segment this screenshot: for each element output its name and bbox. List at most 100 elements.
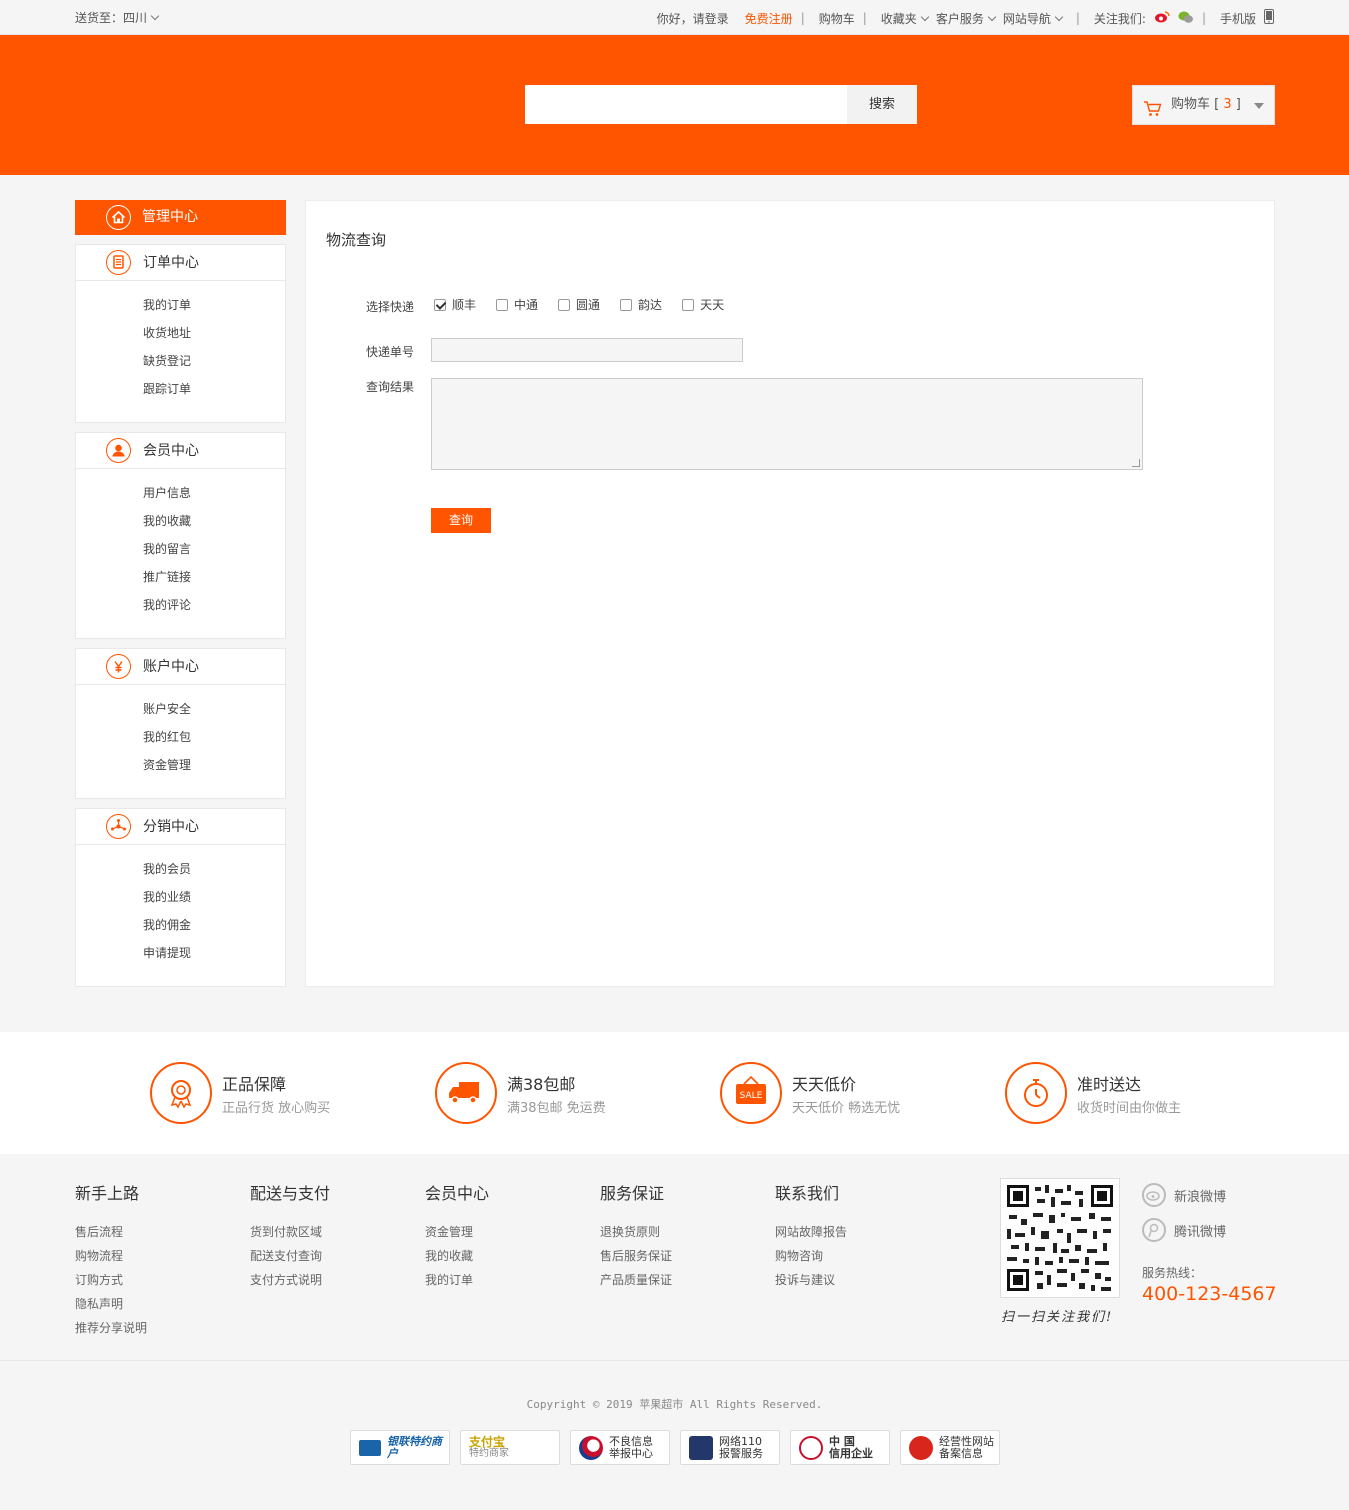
register-link[interactable]: 免费注册 — [745, 10, 793, 27]
service-desc: 正品行货 放心购买 — [222, 1101, 331, 1116]
courier-name: 圆通 — [576, 298, 601, 312]
footer-link[interactable]: 投诉与建议 — [775, 1268, 847, 1292]
sidebar-item-messages[interactable]: 我的留言 — [76, 535, 285, 563]
checkbox[interactable] — [434, 298, 446, 311]
truck-icon — [435, 1062, 497, 1124]
site-nav-label: 网站导航 — [1002, 11, 1051, 26]
service-menu[interactable]: 客户服务 — [936, 10, 997, 27]
resize-handle[interactable] — [1132, 459, 1140, 467]
hotline-label: 服务热线： — [1142, 1266, 1203, 1280]
sidebar-group-distribution: 分销中心 我的会员 我的业绩 我的佣金 申请提现 — [75, 808, 286, 987]
sidebar-item-user-info[interactable]: 用户信息 — [76, 479, 285, 507]
cart-link[interactable]: 购物车 — [819, 10, 855, 27]
footer-link[interactable]: 推荐分享说明 — [75, 1316, 147, 1340]
favorites-menu[interactable]: 收藏夹 — [880, 10, 930, 27]
search-input[interactable] — [525, 85, 847, 124]
badge-text: 特约商家 — [469, 1447, 509, 1459]
report-center-badge[interactable]: 不良信息 举报中心 — [570, 1430, 670, 1465]
icp-record-badge[interactable]: 经营性网站 备案信息 — [900, 1430, 1000, 1465]
footer-link[interactable]: 订购方式 — [75, 1268, 147, 1292]
footer-column: 联系我们 网站故障报告 购物咨询 投诉与建议 — [775, 1180, 847, 1292]
sidebar-item-reviews[interactable]: 我的评论 — [76, 591, 285, 619]
courier-option-yd[interactable]: 韵达 — [620, 296, 662, 313]
service-desc: 收货时间由你做主 — [1077, 1101, 1182, 1116]
footer-link[interactable]: 货到付款区域 — [250, 1220, 330, 1244]
footer-link[interactable]: 网站故障报告 — [775, 1220, 847, 1244]
footer-link[interactable]: 产品质量保证 — [600, 1268, 672, 1292]
sidebar-item-commission[interactable]: 我的佣金 — [76, 911, 285, 939]
badge-text: 备案信息 — [939, 1446, 983, 1460]
tracking-number-input[interactable] — [431, 338, 743, 362]
checkbox[interactable] — [496, 298, 509, 311]
ship-to-selector[interactable]: 送货至：四川 — [75, 9, 160, 26]
unionpay-badge[interactable]: 银联特约商户 — [350, 1430, 450, 1465]
sidebar-item-my-members[interactable]: 我的会员 — [76, 855, 285, 883]
sidebar-item-track-order[interactable]: 跟踪订单 — [76, 375, 285, 403]
service-title: 正品保障 — [222, 1075, 287, 1094]
footer-link[interactable]: 我的收藏 — [425, 1244, 489, 1268]
sidebar-item-promo-link[interactable]: 推广链接 — [76, 563, 285, 591]
chevron-down-icon — [987, 12, 997, 21]
police-emblem-icon — [909, 1435, 933, 1460]
police-110-badge[interactable]: 网络110 报警服务 — [680, 1430, 780, 1465]
footer-link[interactable]: 购物流程 — [75, 1244, 147, 1268]
tencent-weibo-link[interactable]: 腾讯微博 — [1142, 1218, 1226, 1242]
checkbox[interactable] — [682, 298, 695, 311]
sidebar-group-title: 账户中心 — [143, 659, 199, 675]
header-cart[interactable]: 购物车 [ 3 ] — [1132, 85, 1275, 125]
result-label: 查询结果 — [366, 380, 415, 394]
footer-link[interactable]: 资金管理 — [425, 1220, 489, 1244]
sina-weibo-link[interactable]: 新浪微博 — [1142, 1183, 1226, 1207]
copyright: Copyright © 2019 苹果超市 All Rights Reserve… — [526, 1398, 823, 1411]
query-button[interactable]: 查询 — [431, 508, 491, 533]
sidebar-head[interactable]: 管理中心 — [75, 200, 286, 235]
chevron-down-icon — [1054, 12, 1064, 21]
badge-text: 中 国 — [829, 1434, 855, 1448]
courier-name: 中通 — [514, 298, 539, 312]
svg-text:SALE: SALE — [740, 1091, 763, 1101]
footer-column: 服务保证 退换货原则 售后服务保证 产品质量保证 — [600, 1180, 672, 1292]
sidebar-item-security[interactable]: 账户安全 — [76, 695, 285, 723]
footer-link[interactable]: 隐私声明 — [75, 1292, 147, 1316]
mobile-link[interactable]: 手机版 — [1220, 10, 1256, 27]
footer-link[interactable]: 配送支付查询 — [250, 1244, 330, 1268]
courier-option-zt[interactable]: 中通 — [496, 296, 538, 313]
sidebar-item-withdraw[interactable]: 申请提现 — [76, 939, 285, 967]
user-icon — [106, 438, 131, 463]
sidebar-item-funds[interactable]: 资金管理 — [76, 751, 285, 779]
footer-link[interactable]: 支付方式说明 — [250, 1268, 330, 1292]
footer-link[interactable]: 购物咨询 — [775, 1244, 847, 1268]
sidebar-item-performance[interactable]: 我的业绩 — [76, 883, 285, 911]
footer-link[interactable]: 售后流程 — [75, 1220, 147, 1244]
sidebar-item-out-of-stock[interactable]: 缺货登记 — [76, 347, 285, 375]
login-link[interactable]: 你好，请登录 — [657, 10, 729, 27]
courier-option-sf[interactable]: 顺丰 — [434, 296, 476, 313]
favorites-label: 收藏夹 — [880, 11, 917, 26]
sina-weibo-label: 新浪微博 — [1174, 1189, 1227, 1205]
courier-option-yt[interactable]: 圆通 — [558, 296, 600, 313]
wechat-icon[interactable] — [1178, 10, 1194, 27]
credit-enterprise-badge[interactable]: 中 国 信用企业 — [790, 1430, 890, 1465]
courier-option-tt[interactable]: 天天 — [682, 296, 724, 313]
checkbox[interactable] — [620, 298, 633, 311]
checkbox[interactable] — [558, 298, 571, 311]
credit-seal-icon — [799, 1435, 823, 1460]
alipay-badge[interactable]: 支付宝 特约商家 — [460, 1430, 560, 1465]
result-textarea[interactable] — [431, 378, 1143, 470]
footer-link[interactable]: 售后服务保证 — [600, 1244, 672, 1268]
sidebar-group-order: 订单中心 我的订单 收货地址 缺货登记 跟踪订单 — [75, 244, 286, 423]
service-desc: 天天低价 畅选无忧 — [792, 1101, 901, 1116]
sidebar-item-address[interactable]: 收货地址 — [76, 319, 285, 347]
sidebar-item-my-orders[interactable]: 我的订单 — [76, 291, 285, 319]
site-nav-menu[interactable]: 网站导航 — [1002, 10, 1064, 27]
sidebar-group-title: 会员中心 — [143, 443, 199, 459]
weibo-icon[interactable] — [1154, 10, 1170, 27]
search-button[interactable]: 搜索 — [847, 85, 917, 124]
sidebar-item-red-packet[interactable]: 我的红包 — [76, 723, 285, 751]
footer-link[interactable]: 退换货原则 — [600, 1220, 672, 1244]
sidebar-item-favorites[interactable]: 我的收藏 — [76, 507, 285, 535]
page-title: 物流查询 — [326, 231, 387, 249]
footer-link[interactable]: 我的订单 — [425, 1268, 489, 1292]
divider: | — [800, 11, 805, 25]
unionpay-logo-icon — [359, 1439, 381, 1456]
